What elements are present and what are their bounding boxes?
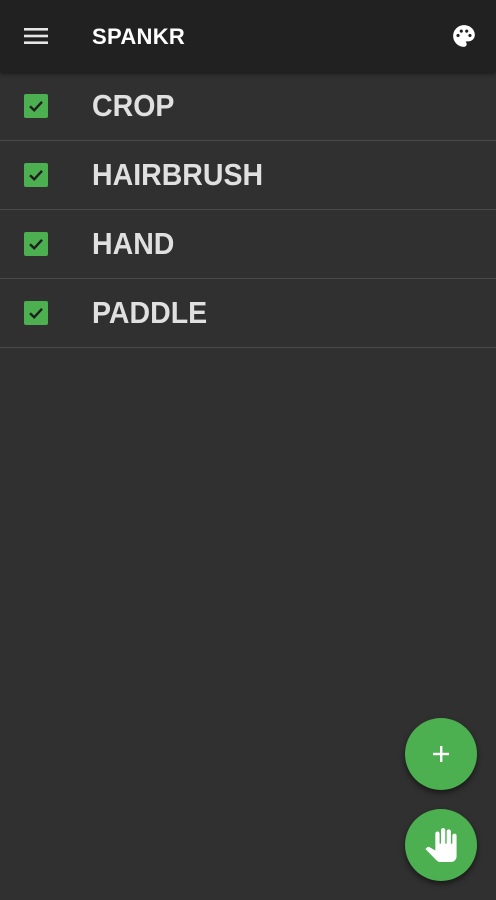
plus-icon [433, 746, 449, 762]
checkbox-checked-icon[interactable] [24, 301, 48, 325]
add-item-button[interactable] [405, 718, 477, 790]
list-item[interactable]: HAIRBRUSH [0, 141, 496, 210]
list-item[interactable]: HAND [0, 210, 496, 279]
implement-list: CROP HAIRBRUSH HAND PADDLE [0, 72, 496, 348]
menu-icon [24, 28, 48, 44]
app-title: SPANKR [92, 24, 186, 49]
palette-button[interactable] [446, 18, 482, 54]
list-item-label: PADDLE [92, 295, 208, 330]
list-item-label: HAIRBRUSH [92, 157, 264, 192]
palette-icon [453, 25, 475, 47]
app-bar: SPANKR [0, 0, 496, 72]
list-item-label: CROP [92, 88, 175, 123]
checkbox-checked-icon[interactable] [24, 232, 48, 256]
menu-button[interactable] [14, 16, 58, 56]
checkbox-checked-icon[interactable] [24, 94, 48, 118]
checkbox-checked-icon[interactable] [24, 163, 48, 187]
list-item[interactable]: CROP [0, 72, 496, 141]
hand-icon [425, 828, 457, 862]
list-item[interactable]: PADDLE [0, 279, 496, 348]
list-item-label: HAND [92, 226, 175, 261]
spank-button[interactable] [405, 809, 477, 881]
